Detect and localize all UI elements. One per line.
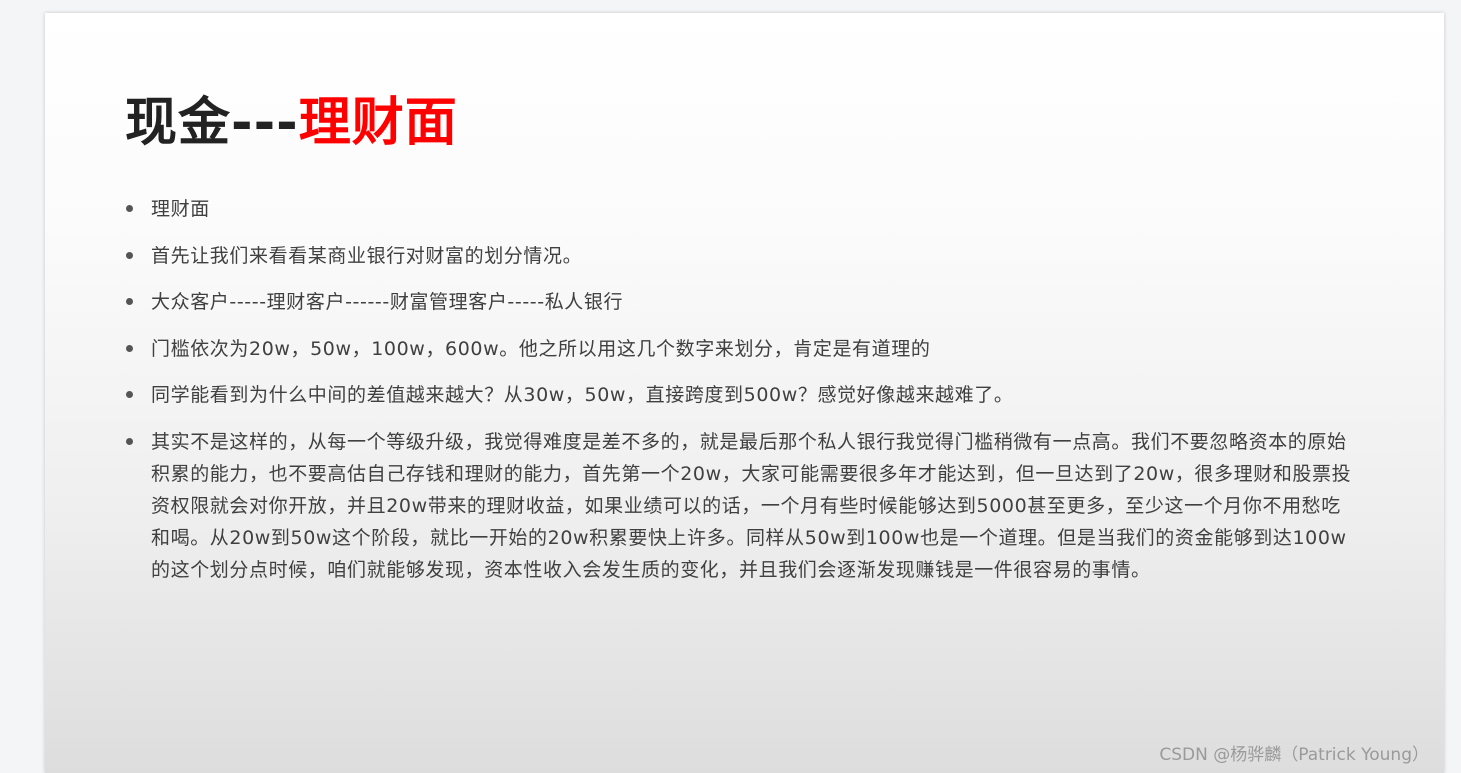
bullet-item: 大众客户-----理财客户------财富管理客户-----私人银行: [125, 286, 1357, 318]
bullet-item: 其实不是这样的，从每一个等级升级，我觉得难度是差不多的，就是最后那个私人银行我觉…: [125, 426, 1357, 586]
bullet-dot-icon: [126, 251, 133, 259]
bullet-dot-icon: [126, 437, 133, 445]
bullet-list: 理财面 首先让我们来看看某商业银行对财富的划分情况。 大众客户-----理财客户…: [125, 193, 1357, 600]
bullet-item: 首先让我们来看看某商业银行对财富的划分情况。: [125, 240, 1357, 272]
bullet-item: 理财面: [125, 193, 1357, 225]
csdn-watermark: CSDN @杨骅麟（Patrick Young）: [1159, 745, 1429, 765]
slide: 现金---理财面 理财面 首先让我们来看看某商业银行对财富的划分情况。 大众客户…: [45, 13, 1444, 773]
bullet-text: 门槛依次为20w，50w，100w，600w。他之所以用这几个数字来划分，肯定是…: [151, 337, 931, 360]
bullet-item: 门槛依次为20w，50w，100w，600w。他之所以用这几个数字来划分，肯定是…: [125, 333, 1357, 365]
bullet-text: 理财面: [151, 198, 210, 220]
bullet-dot-icon: [126, 205, 133, 212]
title-prefix: 现金---: [125, 93, 299, 153]
title-highlight: 理财面: [298, 93, 458, 153]
bullet-dot-icon: [126, 344, 133, 352]
bullet-dot-icon: [126, 391, 133, 398]
bullet-item: 同学能看到为什么中间的差值越来越大？从30w，50w，直接跨度到500w？感觉好…: [125, 379, 1357, 411]
bullet-text: 其实不是这样的，从每一个等级升级，我觉得难度是差不多的，就是最后那个私人银行我觉…: [151, 430, 1352, 581]
bullet-text: 首先让我们来看看某商业银行对财富的划分情况。: [151, 244, 583, 267]
bullet-dot-icon: [126, 298, 133, 305]
bullet-text: 大众客户-----理财客户------财富管理客户-----私人银行: [151, 291, 624, 313]
bullet-text: 同学能看到为什么中间的差值越来越大？从30w，50w，直接跨度到500w？感觉好…: [151, 384, 1014, 406]
slide-title: 现金---理财面: [125, 91, 458, 155]
